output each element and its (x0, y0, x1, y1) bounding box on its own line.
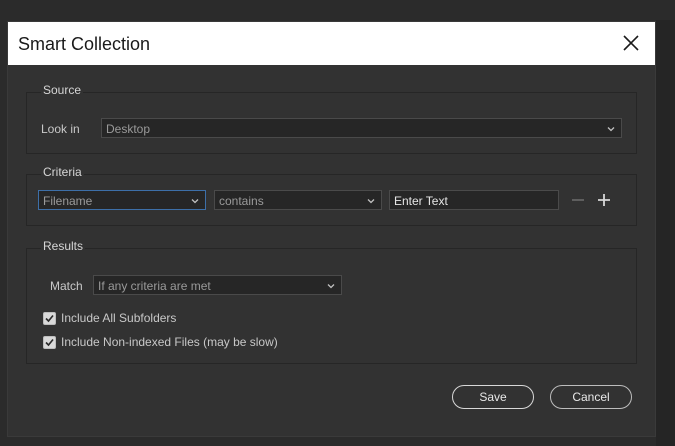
chevron-down-icon (326, 280, 336, 290)
criteria-operator-value: contains (219, 194, 264, 208)
match-label: Match (50, 279, 83, 293)
criteria-text-placeholder: Enter Text (394, 194, 448, 208)
criteria-group-label: Criteria (41, 165, 84, 179)
look-in-label: Look in (41, 122, 80, 136)
cancel-button[interactable]: Cancel (550, 385, 632, 409)
smart-collection-dialog: Smart Collection Source Look in Desktop … (7, 21, 656, 437)
remove-criteria-icon[interactable] (571, 193, 585, 207)
save-button[interactable]: Save (452, 385, 534, 409)
include-nonindexed-checkbox[interactable] (43, 336, 56, 349)
source-group-label: Source (41, 83, 84, 97)
criteria-field-value: Filename (43, 194, 93, 208)
criteria-field-select[interactable]: Filename (38, 190, 206, 210)
results-group: Results Match If any criteria are met In… (26, 239, 637, 364)
include-subfolders-checkbox[interactable] (43, 312, 56, 325)
results-group-label: Results (41, 239, 86, 253)
chevron-down-icon (190, 195, 200, 205)
source-group: Source Look in Desktop (26, 83, 637, 154)
dialog-title: Smart Collection (18, 34, 151, 54)
look-in-select[interactable]: Desktop (101, 118, 622, 138)
chevron-down-icon (606, 123, 616, 133)
backdrop (656, 20, 675, 446)
match-select[interactable]: If any criteria are met (93, 275, 342, 295)
criteria-group: Criteria Filename contains Enter Text (26, 165, 637, 226)
dialog-titlebar: Smart Collection (8, 22, 655, 65)
add-criteria-icon[interactable] (597, 193, 611, 207)
include-nonindexed-label: Include Non-indexed Files (may be slow) (61, 335, 278, 349)
look-in-value: Desktop (106, 122, 151, 136)
close-icon[interactable] (621, 33, 641, 53)
include-subfolders-label: Include All Subfolders (61, 311, 177, 325)
criteria-operator-select[interactable]: contains (214, 190, 382, 210)
match-value: If any criteria are met (98, 279, 211, 293)
chevron-down-icon (366, 195, 376, 205)
criteria-text-input[interactable]: Enter Text (389, 190, 559, 210)
